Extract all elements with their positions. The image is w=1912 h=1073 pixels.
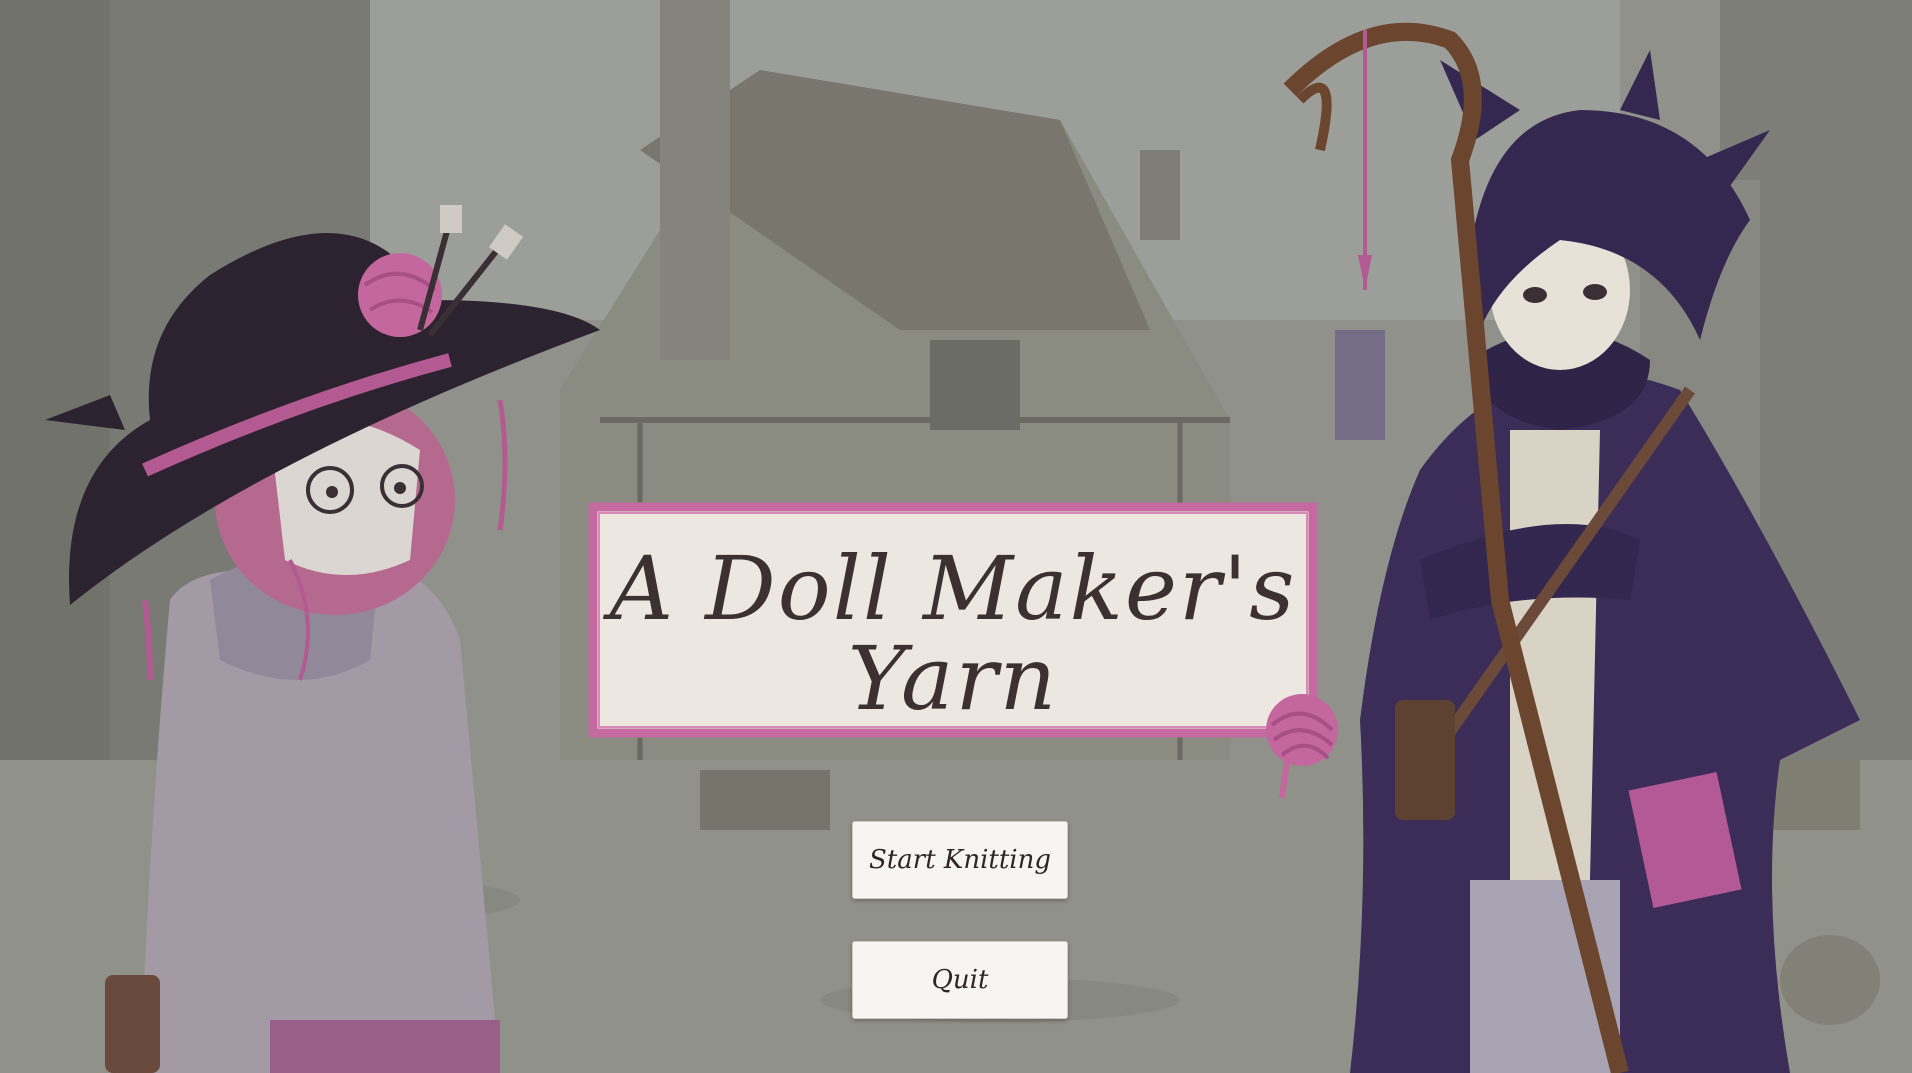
game-title-line-2: Yarn (847, 627, 1059, 730)
title-screen: A Doll Maker's Yarn Start Knitting Quit (0, 0, 1912, 1073)
quit-label: Quit (931, 965, 989, 995)
title-card: A Doll Maker's Yarn (585, 497, 1321, 741)
game-title-line-1: A Doll Maker's (609, 537, 1297, 640)
start-knitting-button[interactable]: Start Knitting (852, 821, 1068, 899)
quit-button[interactable]: Quit (852, 941, 1068, 1019)
yarn-ball-icon (1266, 694, 1338, 799)
start-knitting-label: Start Knitting (869, 845, 1051, 875)
